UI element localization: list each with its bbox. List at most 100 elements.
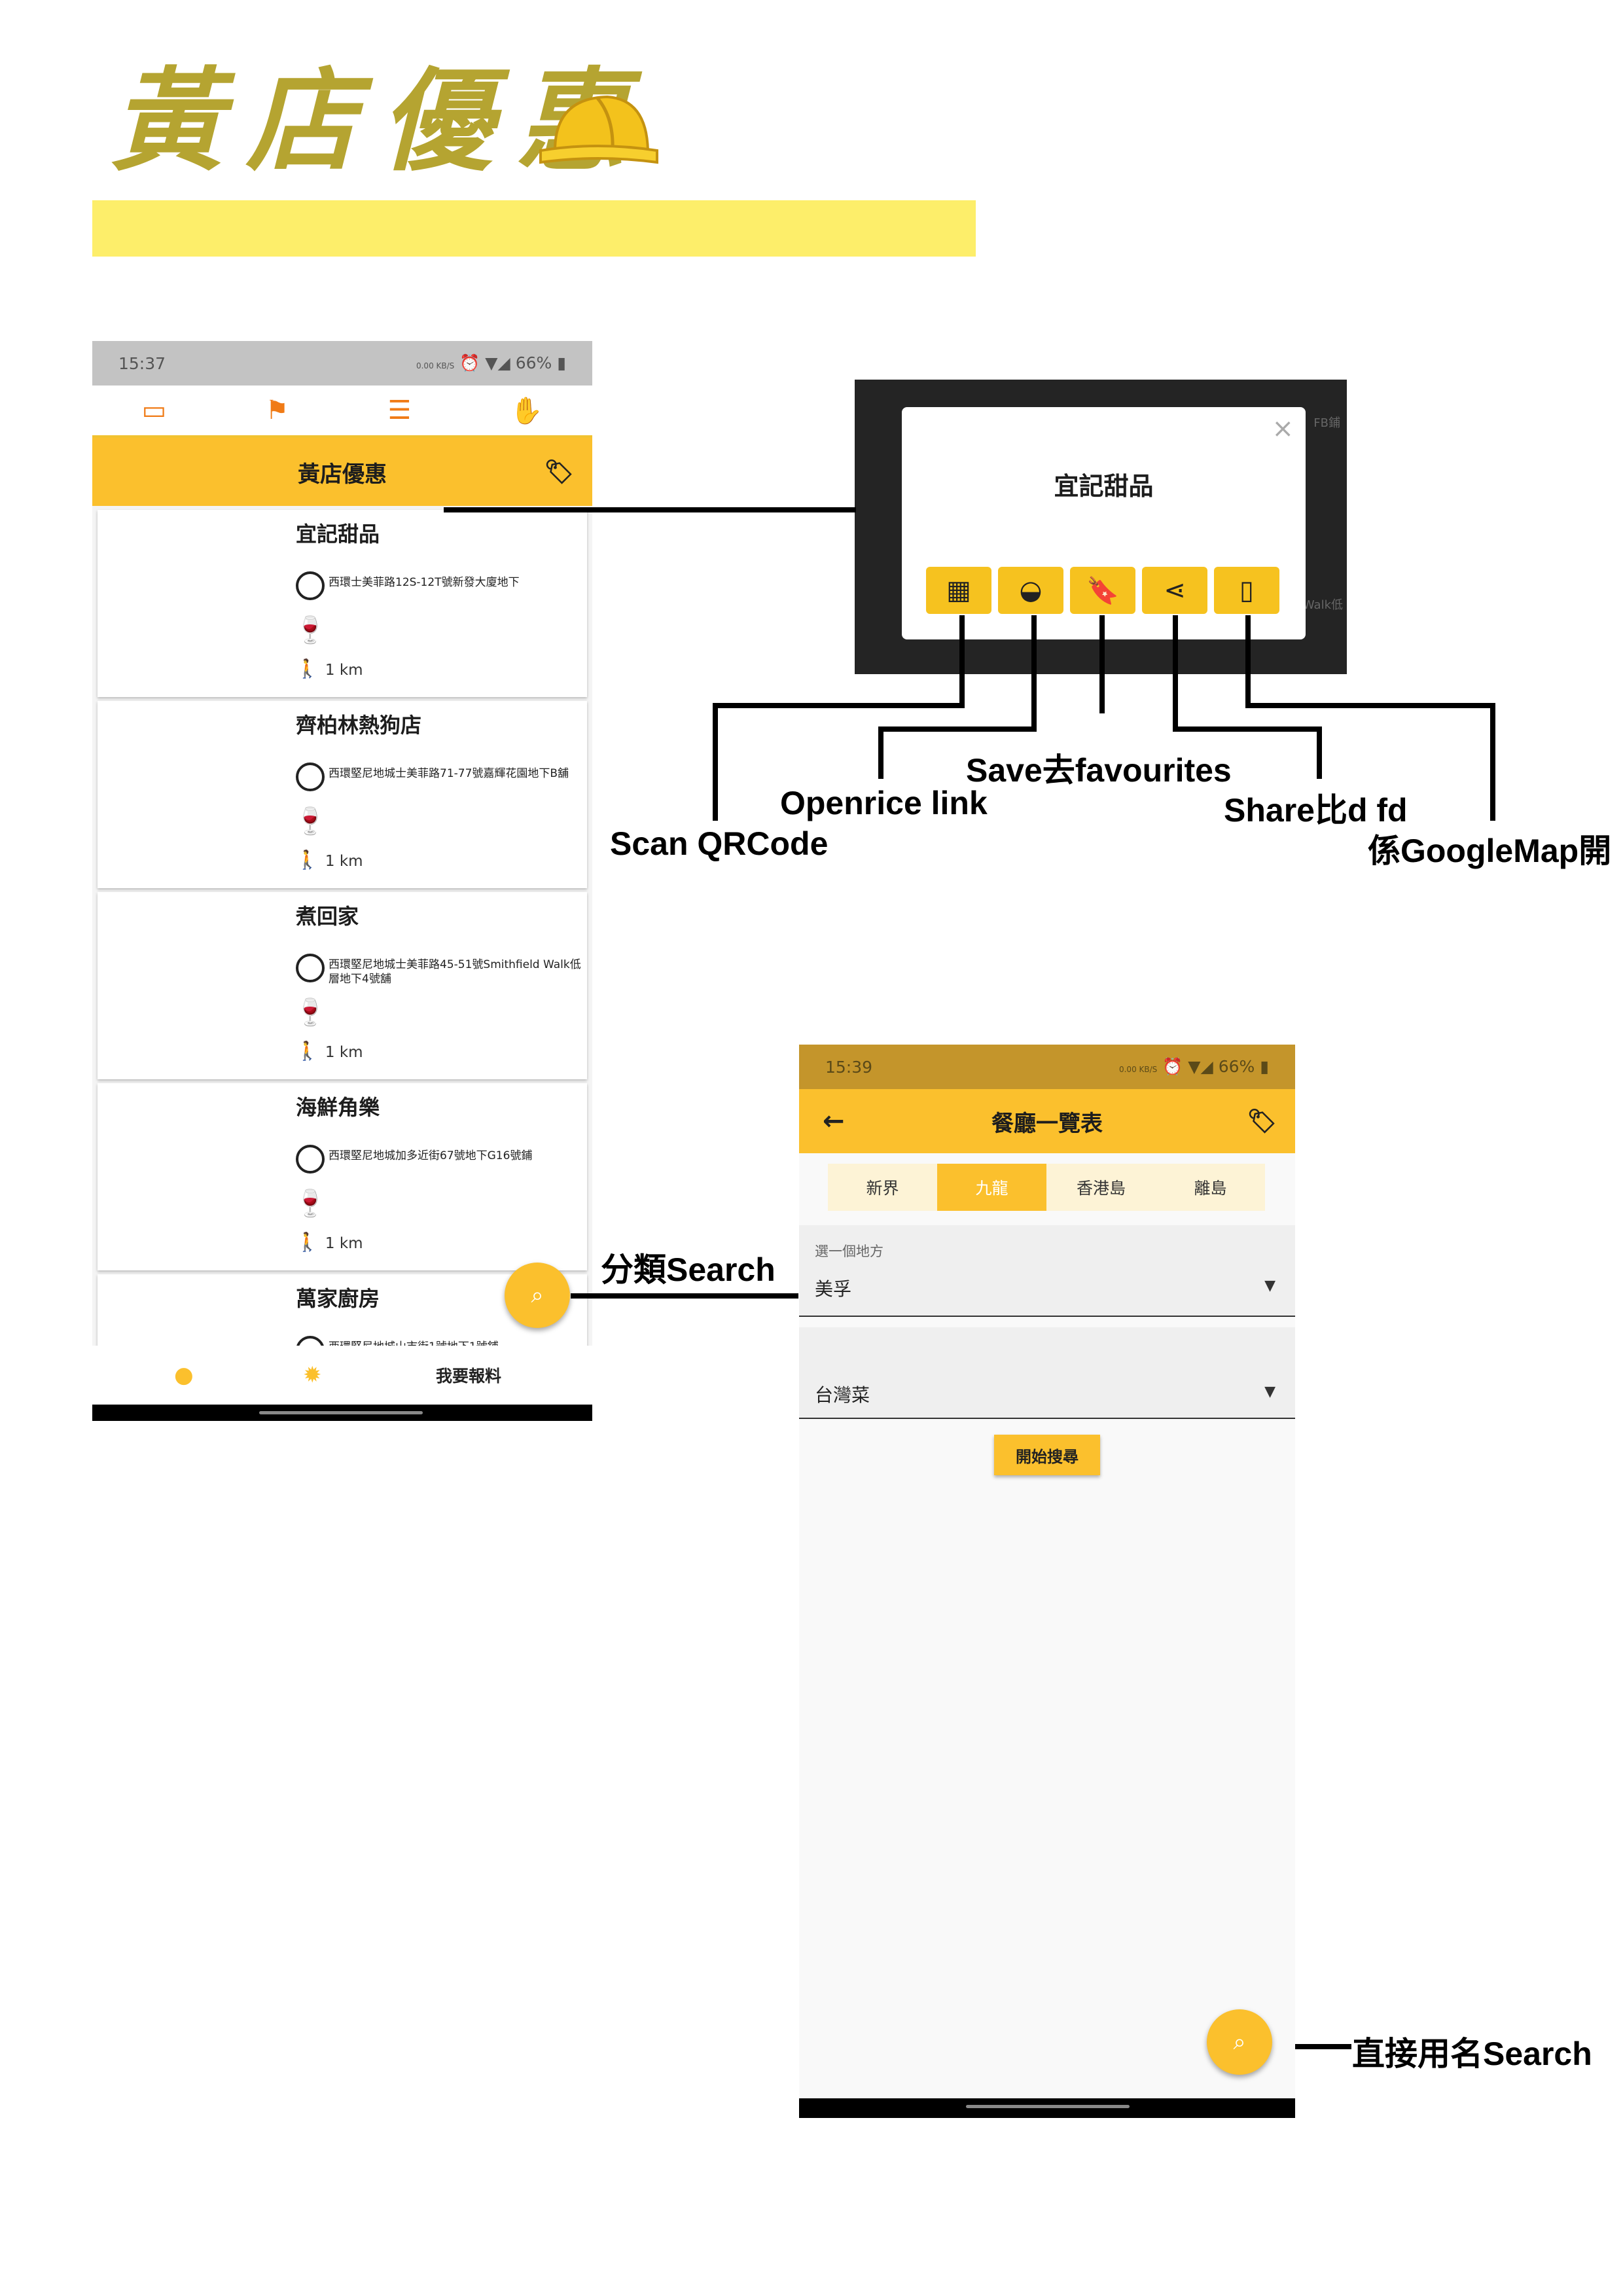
openrice-button[interactable]: ◒ — [998, 567, 1063, 614]
connector-line — [1173, 615, 1178, 732]
person-icon[interactable]: ● — [174, 1362, 194, 1388]
back-arrow-icon[interactable]: ← — [823, 1106, 845, 1136]
tag-icon[interactable]: 🏷 — [544, 458, 574, 486]
gear-icon[interactable]: ✹ — [303, 1362, 322, 1388]
restaurant-address: 西環堅尼地城士美菲路45-51號Smithfield Walk低層地下4號舖 — [296, 954, 584, 986]
distance-text: 1 km — [325, 853, 363, 870]
status-time: 15:39 — [825, 1057, 873, 1077]
search-icon: ⌕ — [531, 1282, 544, 1308]
connector-line — [1490, 703, 1495, 821]
bookmark-button[interactable]: 🔖 — [1070, 567, 1135, 614]
qrcode-icon: ▦ — [946, 575, 971, 605]
map-button[interactable]: ▯ — [1214, 567, 1279, 614]
bookmark-icon: 🔖 — [1086, 575, 1119, 606]
status-indicators: 0.00 KB/S ⏰ ▼◢ 66% ▮ — [1118, 1057, 1269, 1076]
scan-qrcode-label: Scan QRCode — [610, 825, 829, 862]
google-map-label: 係GoogleMap開 — [1368, 833, 1612, 869]
category-search-label: 分類Search — [601, 1251, 776, 1288]
app-bar-title: 黃店優惠 — [298, 461, 387, 488]
connector-line — [1245, 615, 1251, 708]
search-icon: ⌕ — [1233, 2029, 1246, 2055]
connector-line — [1317, 726, 1322, 779]
restaurant-card[interactable]: 齊柏林熱狗店西環堅尼地城士美菲路71-77號嘉輝花園地下B舖 🍷 🚶 1 km — [98, 701, 587, 888]
connector-line — [878, 726, 1037, 732]
tab-hong-kong-island[interactable]: 香港島 — [1046, 1164, 1156, 1211]
hand-icon[interactable]: ✋ — [510, 395, 543, 426]
background-text: FB鋪 — [1313, 416, 1340, 430]
restaurant-distance: 🚶 1 km — [296, 1040, 363, 1062]
restaurant-name: 煮回家 — [296, 904, 359, 929]
connector-line — [1173, 726, 1322, 732]
wine-glass-icon: 🍷 — [294, 615, 327, 645]
restaurant-address: 西環堅尼地城士美菲路71-77號嘉輝花園地下B舖 — [296, 762, 584, 791]
category-search-button[interactable]: ⌕ — [505, 1263, 570, 1328]
status-bar: 15:39 0.00 KB/S ⏰ ▼◢ 66% ▮ — [799, 1045, 1295, 1089]
bottom-nav: ● ✹ 我要報料 — [92, 1346, 592, 1405]
app-bar-title: 餐廳一覽表 — [991, 1110, 1103, 1137]
openrice-link-label: Openrice link — [780, 785, 988, 821]
region-tabs: 新界 九龍 香港島 離島 — [828, 1164, 1265, 1211]
system-nav-bar — [92, 1405, 592, 1421]
restaurant-address: 西環堅尼地城加多近街67號地下G16號鋪 — [296, 1145, 584, 1174]
connector-line — [878, 726, 883, 779]
wine-glass-icon: 🍷 — [294, 997, 327, 1028]
dropdown-arrow-icon: ▼ — [1264, 1278, 1275, 1294]
connector-line — [959, 615, 965, 708]
wine-glass-icon: 🍷 — [294, 806, 327, 836]
connector-line — [571, 1293, 798, 1299]
tab-kowloon[interactable]: 九龍 — [937, 1164, 1046, 1211]
location-select-value: 美孚 — [815, 1278, 852, 1300]
distance-text: 1 km — [325, 1044, 363, 1061]
restaurant-distance: 🚶 1 km — [296, 849, 363, 870]
connector-line — [713, 703, 718, 821]
walking-icon: 🚶 — [296, 1040, 319, 1062]
wine-glass-icon: 🍷 — [294, 1189, 327, 1219]
close-icon[interactable]: × — [1272, 414, 1294, 444]
location-select-label: 選一個地方 — [815, 1244, 883, 1259]
start-search-button[interactable]: 開始搜尋 — [994, 1435, 1100, 1475]
app-bar: ← 餐廳一覽表 🏷 — [799, 1089, 1295, 1153]
status-indicators: 0.00 KB/S ⏰ ▼◢ 66% ▮ — [416, 353, 566, 372]
dropdown-arrow-icon: ▼ — [1264, 1384, 1275, 1400]
restaurant-list-screen: 15:37 0.00 KB/S ⏰ ▼◢ 66% ▮ ▭ ⚑ ☰ ✋ 黃店優惠 … — [92, 341, 592, 1421]
restaurant-distance: 🚶 1 km — [296, 658, 363, 679]
restaurant-address: 西環士美菲路12S-12T號新發大廈地下 — [296, 571, 584, 600]
restaurant-name: 宜記甜品 — [296, 522, 380, 547]
popup-dialog: × 宜記甜品 ▦ ◒ 🔖 ⋖ ▯ — [902, 407, 1306, 639]
report-tab[interactable]: 我要報料 — [436, 1363, 501, 1387]
qrcode-button[interactable]: ▦ — [926, 567, 991, 614]
walking-icon: 🚶 — [296, 1231, 319, 1253]
system-nav-bar — [799, 2098, 1295, 2118]
tag-icon[interactable]: 🏷 — [1247, 1107, 1277, 1135]
flag-icon[interactable]: ⚑ — [266, 395, 289, 425]
app-bar: 黃店優惠 🏷 — [92, 438, 592, 506]
share-button[interactable]: ⋖ — [1142, 567, 1207, 614]
cuisine-select[interactable]: 台灣菜 ▼ — [799, 1327, 1295, 1419]
walking-icon: 🚶 — [296, 658, 319, 679]
connector-line — [444, 507, 856, 512]
restaurant-card[interactable]: 煮回家西環堅尼地城士美菲路45-51號Smithfield Walk低層地下4號… — [98, 892, 587, 1079]
distance-text: 1 km — [325, 662, 363, 679]
connector-line — [713, 703, 965, 708]
name-search-label: 直接用名Search — [1352, 2036, 1592, 2072]
connector-line — [1245, 703, 1495, 708]
restaurant-card[interactable]: 海鮮角樂 西環堅尼地城加多近街67號地下G16號鋪 🍷 🚶 1 km — [98, 1083, 587, 1270]
connector-line — [1099, 615, 1105, 713]
burger-icon[interactable]: ☰ — [388, 395, 412, 425]
status-bar: 15:37 0.00 KB/S ⏰ ▼◢ 66% ▮ — [92, 341, 592, 386]
top-tab-bar: ▭ ⚑ ☰ ✋ — [92, 386, 592, 438]
tab-new-territories[interactable]: 新界 — [828, 1164, 937, 1211]
location-select[interactable]: 選一個地方 美孚 ▼ — [799, 1225, 1295, 1317]
restaurant-card[interactable]: 宜記甜品西環士美菲路12S-12T號新發大廈地下 🍷 🚶 1 km — [98, 510, 587, 697]
calendar-icon[interactable]: ▭ — [142, 395, 167, 425]
status-time: 15:37 — [118, 353, 166, 373]
walking-icon: 🚶 — [296, 849, 319, 870]
name-search-button[interactable]: ⌕ — [1207, 2009, 1272, 2075]
restaurant-name: 齊柏林熱狗店 — [296, 713, 422, 738]
connector-line — [1031, 615, 1037, 732]
restaurant-name: 萬家廚房 — [296, 1286, 380, 1311]
tab-outlying-islands[interactable]: 離島 — [1156, 1164, 1265, 1211]
background-text: Walk低 — [1302, 598, 1343, 612]
save-favourites-label: Save去favourites — [966, 752, 1232, 789]
openrice-icon: ◒ — [1019, 575, 1043, 605]
